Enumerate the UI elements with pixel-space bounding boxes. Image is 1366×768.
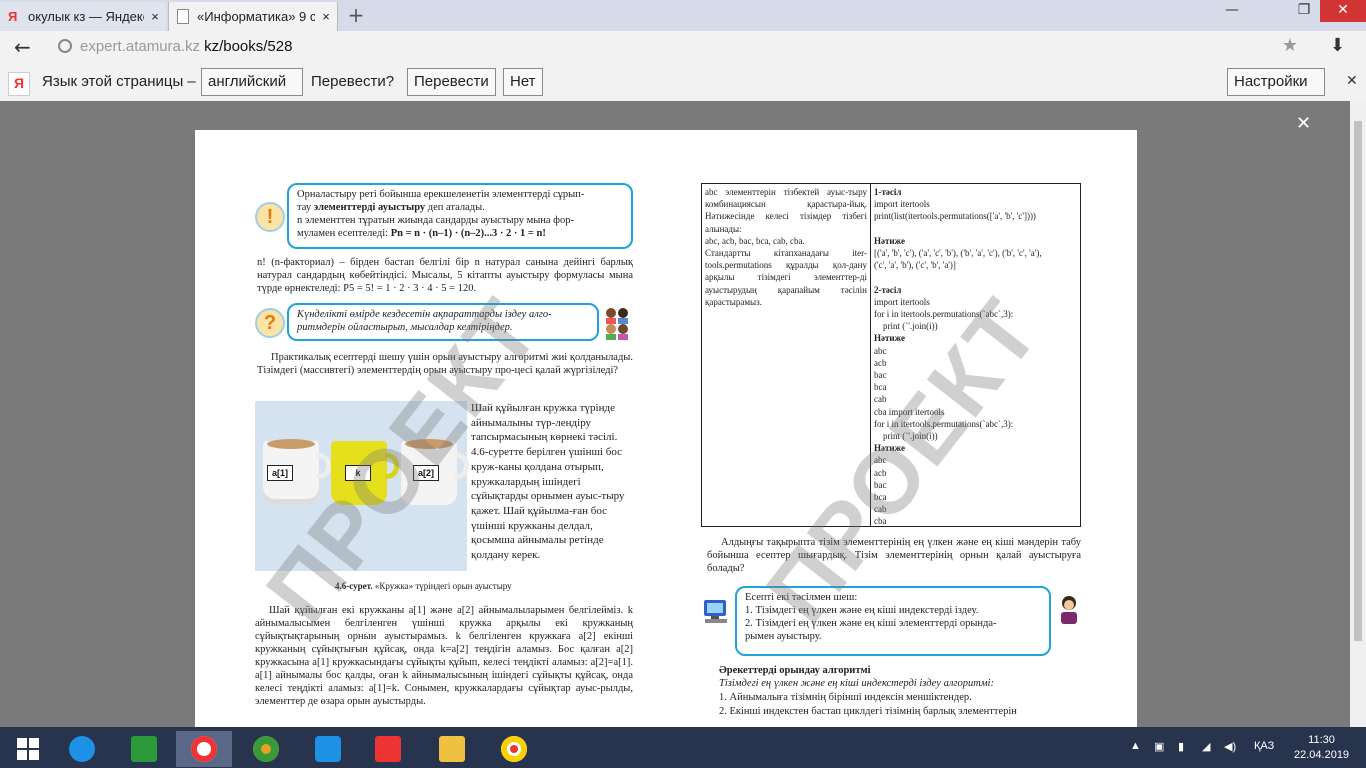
bubble1-line2c: деп аталады. xyxy=(425,202,485,213)
language-select[interactable]: английский ▼ xyxy=(201,68,303,114)
settings-button[interactable]: Настройки ▼ xyxy=(1227,68,1325,114)
question-icon: ? xyxy=(255,308,285,338)
bubble1-term: элементтерді ауыстыру xyxy=(313,202,426,213)
translate-close-icon[interactable]: ✕ xyxy=(1346,73,1358,89)
permutation-formula: Pn = n · (n–1) · (n–2)...3 · 2 · 1 = n! xyxy=(390,228,546,239)
tab-yandex[interactable]: Я окулык кз — Яндекс × xyxy=(0,2,166,31)
tab-close-icon[interactable]: × xyxy=(315,2,337,31)
code-line: ('c', 'a', 'b'), ('c', 'b', 'a')] xyxy=(874,260,956,271)
battery-icon[interactable]: ▮ xyxy=(1178,740,1184,753)
file-explorer-icon[interactable] xyxy=(424,731,480,767)
yandex-icon[interactable] xyxy=(360,731,416,767)
viewer-close-icon[interactable]: ✕ xyxy=(1296,113,1311,134)
bubble1-line4: муламен есептеледі: Pn = n · (n–1) · (n–… xyxy=(297,227,623,240)
clock-time: 11:30 xyxy=(1308,734,1335,746)
tab-label: окулык кз — Яндекс xyxy=(28,9,150,24)
code-line: 1-тәсіл xyxy=(874,187,902,197)
page-icon xyxy=(177,9,189,24)
bubble1-line2a: тау xyxy=(297,202,314,213)
language-value: английский xyxy=(208,73,287,90)
translate-question: Перевести? xyxy=(311,73,395,90)
mail-icon[interactable] xyxy=(300,731,356,767)
scrollbar-thumb[interactable] xyxy=(1354,121,1362,641)
algorithm-title: Әрекеттерді орындау алгоритмі xyxy=(719,665,871,676)
minimize-button[interactable]: — xyxy=(1212,0,1252,22)
yandex-logo-icon: Я xyxy=(8,72,30,96)
code-line: import itertools xyxy=(874,199,930,210)
yandex-browser-icon[interactable] xyxy=(176,731,232,767)
tab-informatika[interactable]: «Информатика» 9 сы × xyxy=(168,2,338,31)
translate-bar: Я Язык этой страницы – английский ▼ Пере… xyxy=(0,64,1366,114)
definition-bubble: Орналастыру реті бойынша ерекшеленетін э… xyxy=(287,183,633,249)
translate-button[interactable]: Перевести xyxy=(407,68,496,96)
exclamation-icon: ! xyxy=(255,202,285,232)
algorithm-step: 2. Екінші индекстен бастап циклдегі тізі… xyxy=(719,706,1017,717)
window-close-button[interactable]: ✕ xyxy=(1320,0,1366,22)
code-line: print(list(itertools.permutations(['a', … xyxy=(874,211,1036,222)
store-icon[interactable] xyxy=(116,731,172,767)
url-text[interactable]: expert.atamura.kz kz/books/528 xyxy=(80,38,292,55)
bubble1-line1: Орналастыру реті бойынша ерекшеленетін э… xyxy=(297,189,585,200)
new-tab-button[interactable]: + xyxy=(344,2,368,30)
code-line: [('a', 'b', 'c'), ('a', 'c', 'b'), ('b',… xyxy=(874,248,1042,258)
yandex-icon: Я xyxy=(8,9,18,24)
tea-surface xyxy=(267,439,315,449)
code-line: Нәтиже xyxy=(874,235,906,246)
bubble1-line3: n элементтен тұратын жиында сандарды ауы… xyxy=(297,215,574,226)
vertical-scrollbar[interactable] xyxy=(1350,101,1366,727)
book-page: ! Орналастыру реті бойынша ерекшеленетін… xyxy=(195,130,1137,727)
url-host: expert.atamura.kz xyxy=(80,38,201,55)
back-arrow-icon[interactable]: ← xyxy=(14,35,31,59)
caption-text: «Кружка» түріндегі орын ауыстыру xyxy=(372,581,512,591)
computer-icon xyxy=(701,596,731,626)
algorithm-step: 1. Айнымалыға тізімнің бірінші индексін … xyxy=(719,692,972,703)
bookmark-star-icon[interactable]: ★ xyxy=(1282,35,1298,56)
site-info-icon[interactable] xyxy=(58,39,72,53)
clock[interactable]: 11:30 22.04.2019 xyxy=(1294,733,1349,763)
url-field[interactable]: expert.atamura.kz kz/books/528 ★ xyxy=(52,35,1308,60)
bubble1-line4a: муламен есептеледі: xyxy=(297,228,391,239)
tab-label: «Информатика» 9 сы xyxy=(197,9,326,24)
language-indicator[interactable]: ҚАЗ xyxy=(1254,740,1274,752)
algorithm-subtitle: Тізімдегі ең үлкен және ең кіші индексте… xyxy=(719,678,994,689)
tab-close-icon[interactable]: × xyxy=(144,2,166,31)
task-line: рымен ауыстыру. xyxy=(745,631,822,642)
task-line: 2. Тізімдегі ең үлкен және ең кіші элеме… xyxy=(745,618,997,629)
volume-icon[interactable]: ◀) xyxy=(1224,740,1236,753)
translate-prompt: Язык этой страницы – xyxy=(42,73,196,90)
factorial-paragraph: n! (n-факториал) – бірден бастап белгілі… xyxy=(257,257,633,294)
tray-arrow-icon[interactable]: ▲ xyxy=(1130,740,1141,752)
table-left-cell: abc элементтерін тізбектей ауыс-тыру ком… xyxy=(705,187,867,307)
children-icon xyxy=(603,305,631,341)
student-icon xyxy=(1057,594,1081,626)
signal-icon[interactable]: ◢ xyxy=(1202,740,1210,753)
internet-explorer-icon[interactable] xyxy=(54,731,110,767)
start-button[interactable] xyxy=(0,731,56,767)
chrome-like-icon[interactable] xyxy=(238,731,294,767)
network-icon[interactable]: ▣ xyxy=(1154,740,1164,753)
bubble1-line2: тау элементтерді ауыстыру деп аталады. xyxy=(297,201,623,214)
restore-button[interactable]: ❐ xyxy=(1284,0,1324,22)
url-path: kz/books/528 xyxy=(204,38,293,55)
address-bar: ← expert.atamura.kz kz/books/528 ★ ⬇ xyxy=(0,31,1366,64)
clock-date: 22.04.2019 xyxy=(1294,749,1350,761)
no-button[interactable]: Нет xyxy=(503,68,543,96)
chrome-icon[interactable] xyxy=(486,731,542,767)
cup-label-a1: a[1] xyxy=(267,465,293,481)
settings-label: Настройки xyxy=(1234,73,1308,90)
taskbar: ▲ ▣ ▮ ◢ ◀) ҚАЗ 11:30 22.04.2019 xyxy=(0,727,1366,768)
download-icon[interactable]: ⬇ xyxy=(1330,35,1345,56)
tab-bar: Я окулык кз — Яндекс × «Информатика» 9 с… xyxy=(0,0,1366,31)
